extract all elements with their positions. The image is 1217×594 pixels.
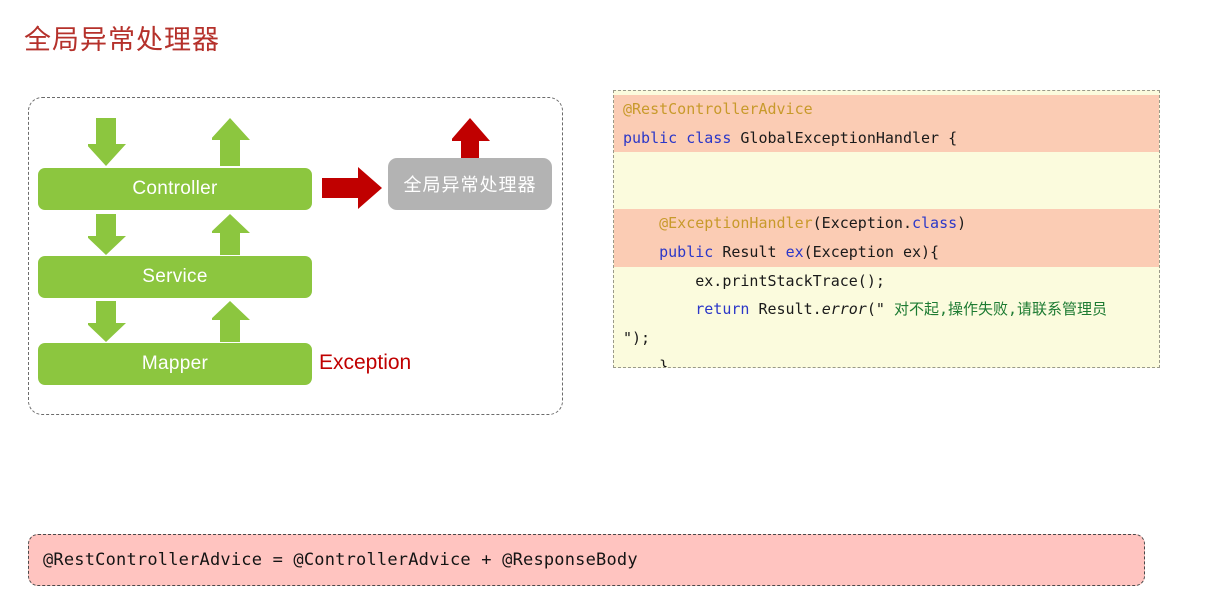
code-line: @RestControllerAdvice [614, 95, 1159, 124]
global-exception-handler-box[interactable]: 全局异常处理器 [388, 158, 552, 210]
arrow-up-mapper-to-service-icon [212, 301, 250, 342]
layer-label: Service [142, 266, 208, 287]
layer-box-service[interactable]: Service [38, 256, 312, 298]
arrow-down-controller-to-service-icon [88, 214, 126, 255]
code-token: public [659, 242, 714, 261]
handler-box-label: 全局异常处理器 [403, 175, 537, 195]
code-line: ex.printStackTrace(); [614, 267, 1159, 296]
code-token: GlobalExceptionHandler { [731, 128, 958, 147]
layer-label: Mapper [141, 353, 209, 374]
code-line: } [614, 352, 1159, 368]
code-line: @ExceptionHandler(Exception.class) [614, 209, 1159, 238]
code-line: "); [614, 324, 1159, 353]
arrow-up-red-handler-response-icon [452, 118, 490, 161]
exception-label: Exception [319, 351, 412, 374]
banner-text: @RestControllerAdvice = @ControllerAdvic… [43, 550, 638, 570]
layer-label: Controller [132, 178, 218, 199]
code-token: (Exception ex){ [803, 242, 940, 261]
arrow-down-into-controller-icon [88, 118, 126, 166]
code-block: @RestControllerAdvice public class Global… [613, 90, 1160, 368]
code-token: Result [713, 242, 786, 261]
code-token: 对不起,操作失败,请联系管理员 [893, 300, 1108, 319]
code-line: return Result.error(" 对不起,操作失败,请联系管理员 [614, 295, 1159, 324]
code-token: ) [957, 214, 967, 233]
annotation-equivalence-banner: @RestControllerAdvice = @ControllerAdvic… [28, 534, 1145, 586]
code-token: Result. [749, 300, 822, 319]
code-token: } [623, 357, 669, 368]
page-title: 全局异常处理器 [24, 25, 220, 55]
arrow-up-out-of-controller-icon [212, 118, 250, 166]
code-token: @RestControllerAdvice [623, 100, 813, 118]
arrow-down-service-to-mapper-icon [88, 301, 126, 342]
arrow-right-red-controller-to-handler-icon [322, 167, 382, 209]
code-token: error [821, 300, 867, 319]
code-token: return [695, 300, 750, 319]
code-token: @ExceptionHandler [659, 214, 813, 233]
code-token: public [623, 128, 678, 147]
code-token: ex [785, 242, 804, 261]
code-token: ex.printStackTrace(); [623, 271, 885, 290]
code-token: (Exception. [812, 214, 912, 233]
arrow-up-service-to-controller-icon [212, 214, 250, 255]
layer-box-controller[interactable]: Controller [38, 168, 312, 210]
code-token: class [686, 128, 732, 147]
code-line: public class GlobalExceptionHandler { [614, 123, 1159, 153]
layer-box-mapper[interactable]: Mapper [38, 343, 312, 385]
code-token: (" [866, 300, 894, 319]
code-line: public Result ex(Exception ex){ [614, 237, 1159, 267]
code-token: class [912, 214, 958, 233]
code-token: "); [623, 328, 651, 347]
